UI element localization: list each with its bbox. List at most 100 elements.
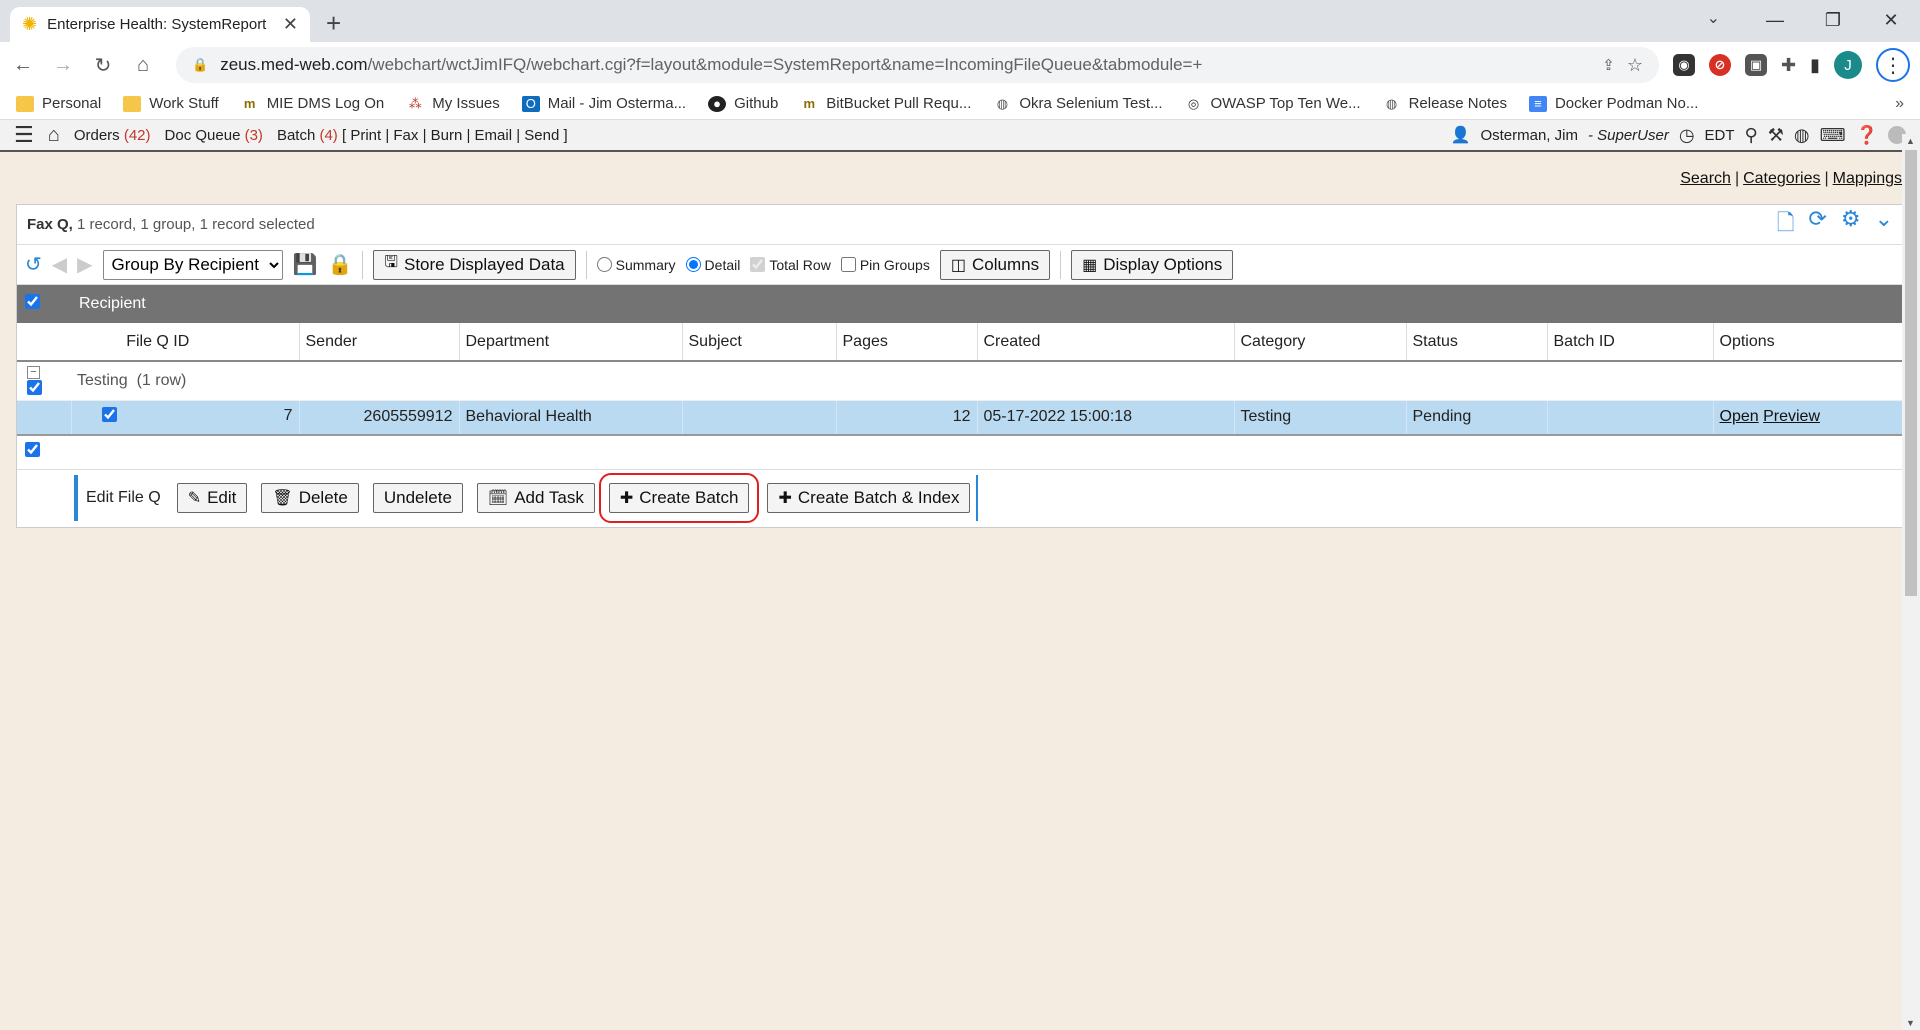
search-link[interactable]: Search [1680, 170, 1731, 187]
create-batch-index-button[interactable]: ✚ Create Batch & Index [767, 483, 971, 513]
bookmark-release-notes[interactable]: ◍ Release Notes [1383, 95, 1507, 112]
preview-link[interactable]: Preview [1763, 408, 1820, 425]
magic-wand-icon[interactable]: ⚒ [1768, 125, 1784, 146]
orders-link[interactable]: Orders (42) [74, 127, 151, 144]
group-checkbox[interactable] [27, 380, 42, 395]
total-row-checkbox[interactable]: Total Row [750, 257, 831, 273]
share-icon[interactable]: ⇪ [1602, 56, 1615, 74]
star-icon[interactable]: ☆ [1627, 55, 1643, 76]
bookmark-work-stuff[interactable]: Work Stuff [123, 95, 219, 112]
table-row[interactable]: 7 2605559912 Behavioral Health 12 05-17-… [17, 400, 1903, 435]
col-department[interactable]: Department [459, 323, 683, 362]
close-tab-icon[interactable]: ✕ [283, 14, 298, 35]
col-batch-id[interactable]: Batch ID [1547, 323, 1714, 362]
group-by-select[interactable]: Group By Recipient [102, 249, 283, 280]
pin-groups-input[interactable] [840, 257, 856, 272]
collapse-minus-icon[interactable]: − [27, 366, 40, 379]
create-batch-button[interactable]: ✚ Create Batch [598, 473, 760, 523]
bookmark-bitbucket[interactable]: m BitBucket Pull Requ... [800, 95, 972, 112]
reload-icon[interactable]: ↻ [90, 53, 116, 78]
bookmark-docker[interactable]: ≡ Docker Podman No... [1528, 95, 1698, 112]
collapse-chevron-icon[interactable]: ⌄ [1875, 206, 1893, 244]
new-document-icon[interactable]: 🗋 [1777, 206, 1795, 244]
bookmark-owasp[interactable]: ◎ OWASP Top Ten We... [1185, 95, 1361, 112]
puzzle-icon[interactable]: ✚ [1781, 55, 1796, 76]
col-options[interactable]: Options [1713, 323, 1903, 362]
row-checkbox[interactable] [101, 407, 117, 423]
bookmark-personal[interactable]: Personal [16, 95, 101, 112]
extension-2-icon[interactable]: ⊘ [1709, 54, 1731, 76]
categories-link[interactable]: Categories [1743, 170, 1820, 187]
bookmark-okra[interactable]: ◍ Okra Selenium Test... [993, 95, 1163, 112]
col-status[interactable]: Status [1406, 323, 1548, 362]
batch-link[interactable]: Batch (4) [ Print | Fax | Burn | Email |… [277, 127, 568, 144]
select-all-checkbox[interactable] [25, 294, 40, 309]
doc-queue-link[interactable]: Doc Queue (3) [165, 127, 263, 144]
footer-checkbox[interactable] [25, 442, 40, 457]
sidepanel-icon[interactable]: ▮ [1810, 55, 1820, 76]
forward-icon[interactable]: → [50, 54, 76, 77]
store-displayed-data-button[interactable]: 🖫 Store Displayed Data [373, 249, 576, 280]
refresh-icon[interactable]: ⟳ [1808, 206, 1826, 244]
pin-groups-checkbox[interactable]: Pin Groups [840, 257, 930, 273]
display-options-button[interactable]: ▦ Display Options [1071, 249, 1234, 280]
hamburger-menu-icon[interactable]: ☰ [14, 122, 34, 148]
extension-3-icon[interactable]: ▣ [1745, 54, 1767, 76]
detail-radio[interactable]: Detail [685, 257, 740, 273]
col-sender[interactable]: Sender [299, 323, 460, 362]
extension-1-icon[interactable]: ◉ [1673, 54, 1695, 76]
scrollbar-thumb[interactable] [1905, 150, 1917, 596]
vertical-scrollbar[interactable]: ▲ ▼ [1902, 134, 1920, 1030]
profile-avatar[interactable]: J [1834, 51, 1862, 79]
keyboard-icon[interactable]: ⌨ [1820, 125, 1846, 146]
bookmark-github[interactable]: ● Github [708, 95, 778, 112]
globe-icon[interactable]: ◍ [1794, 125, 1810, 146]
app-home-icon[interactable]: ⌂ [48, 124, 60, 147]
back-icon[interactable]: ← [10, 54, 36, 77]
lock-icon[interactable]: 🔒 [327, 252, 352, 277]
col-pages[interactable]: Pages [836, 323, 978, 362]
scroll-up-icon[interactable]: ▲ [1906, 136, 1915, 146]
search-icon[interactable]: ⚲ [1745, 125, 1758, 146]
add-task-button[interactable]: 🗓 Add Task [476, 483, 595, 513]
undelete-button[interactable]: Undelete [372, 483, 463, 513]
bookmark-mail[interactable]: O Mail - Jim Osterma... [521, 95, 686, 112]
next-icon[interactable]: ▶ [77, 252, 92, 277]
save-icon[interactable]: 💾 [293, 252, 318, 277]
minimize-icon[interactable]: — [1746, 6, 1804, 34]
summary-radio-input[interactable] [596, 257, 612, 272]
clock-icon[interactable]: ◷ [1679, 125, 1695, 146]
url-text[interactable]: zeus.med-web.com/webchart/wctJimIFQ/webc… [220, 55, 1590, 75]
col-category[interactable]: Category [1234, 323, 1407, 362]
mappings-link[interactable]: Mappings [1833, 170, 1902, 187]
url-box[interactable]: 🔒 zeus.med-web.com/webchart/wctJimIFQ/we… [176, 47, 1659, 83]
browser-menu-icon[interactable]: ⋮ [1876, 48, 1910, 82]
settings-gear-icon[interactable]: ⚙ [1841, 206, 1861, 244]
browser-tab[interactable]: ✺ Enterprise Health: SystemReport ✕ [10, 7, 310, 42]
col-subject[interactable]: Subject [682, 323, 837, 362]
undo-icon[interactable]: ↺ [25, 252, 42, 277]
prev-icon[interactable]: ◀ [52, 252, 67, 277]
user-name[interactable]: Osterman, Jim [1480, 127, 1578, 144]
scroll-down-icon[interactable]: ▼ [1906, 1018, 1915, 1028]
open-link[interactable]: Open [1720, 408, 1759, 425]
total-row-input[interactable] [750, 257, 766, 272]
edit-button[interactable]: ✎ Edit [176, 483, 248, 513]
bookmark-my-issues[interactable]: ⁂ My Issues [406, 95, 500, 112]
new-tab-icon[interactable]: + [326, 8, 341, 39]
col-created[interactable]: Created [977, 323, 1235, 362]
tab-search-icon[interactable]: ⌄ [1707, 8, 1720, 28]
help-icon[interactable]: ❓ [1856, 125, 1878, 146]
columns-button[interactable]: ◫ Columns [939, 249, 1051, 280]
delete-button[interactable]: 🗑 Delete [261, 483, 359, 513]
col-file-q-id[interactable]: File Q ID [17, 323, 300, 362]
bookmark-mie-dms[interactable]: m MIE DMS Log On [241, 95, 384, 112]
batch-actions[interactable]: [ Print | Fax | Burn | Email | Send ] [342, 127, 568, 144]
restore-icon[interactable]: ❐ [1804, 6, 1862, 34]
summary-radio[interactable]: Summary [596, 257, 676, 273]
home-icon[interactable]: ⌂ [130, 54, 156, 77]
detail-radio-input[interactable] [685, 257, 701, 272]
delete-label: Delete [298, 488, 348, 507]
more-bookmarks-icon[interactable]: » [1895, 95, 1904, 113]
close-window-icon[interactable]: ✕ [1862, 6, 1920, 34]
